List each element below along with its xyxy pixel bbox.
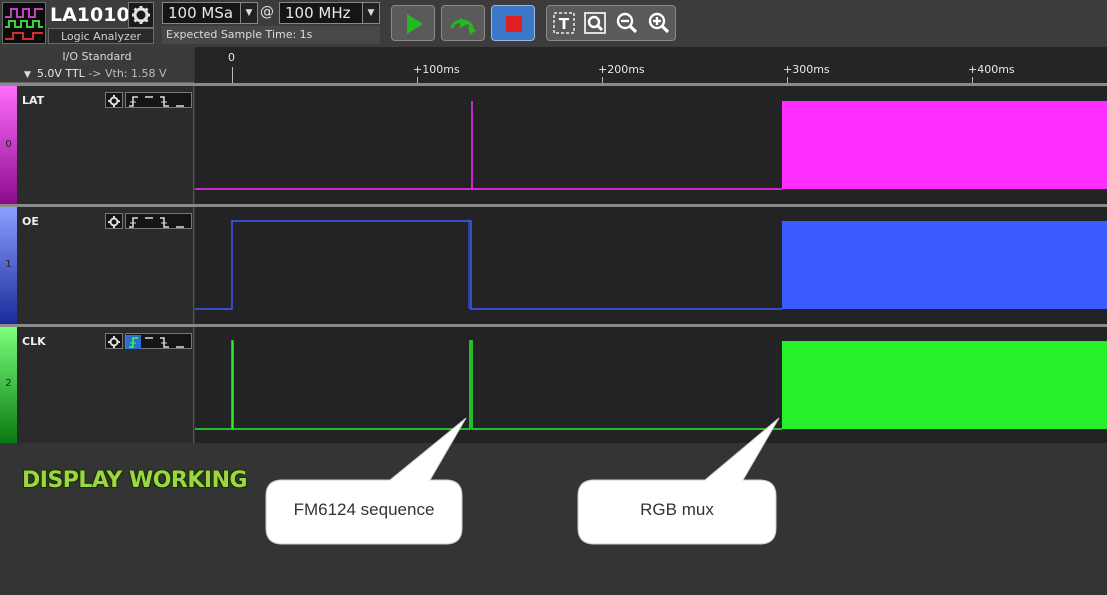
callout-fm6124-sequence: FM6124 sequence <box>293 500 435 519</box>
callout-rgb-mux: RGB mux <box>640 500 714 519</box>
callout-bubbles <box>265 417 780 545</box>
